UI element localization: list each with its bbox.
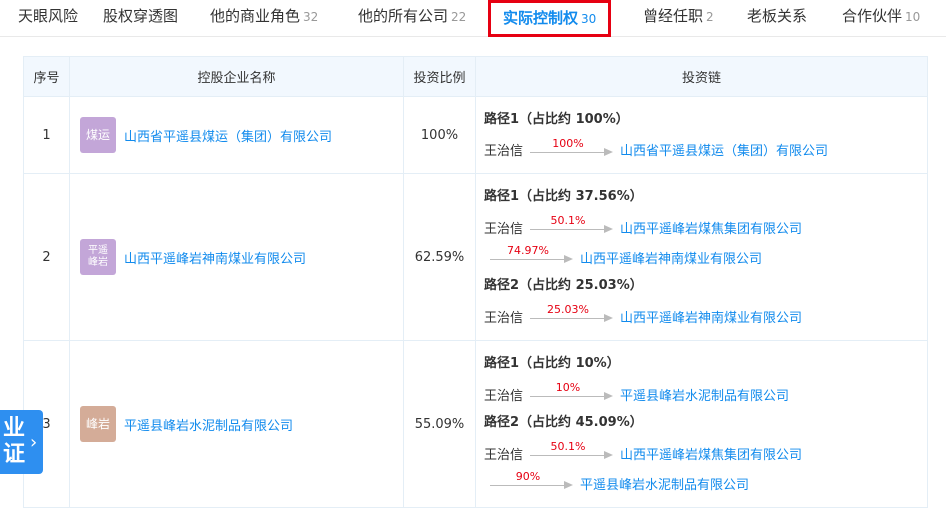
company-link[interactable]: 山西平遥峰岩神南煤业有限公司 [620,307,802,326]
chain-cell: 路径1（占比约 100%） 王治信 100% 山西省平遥县煤运（集团）有限公司 [475,96,928,174]
logo-text: 平遥峰岩 [88,245,108,268]
company-logo: 平遥峰岩 [80,239,116,275]
header-ratio: 投资比例 [403,56,476,97]
ratio-cell: 100% [403,96,476,174]
tab-label: 股权穿透图 [103,7,179,25]
tab-actual-control[interactable]: 实际控制权 30 [488,0,612,37]
tab-all-companies[interactable]: 他的所有公司 22 [358,0,466,34]
arrow-icon: 100% [530,135,618,165]
tab-count: 2 [706,10,714,24]
chain-cell: 路径1（占比约 37.56%） 王治信 50.1% 山西平遥峰岩煤焦集团有限公司… [475,173,928,341]
table-row: 1 煤运 山西省平遥县煤运（集团）有限公司 100% 路径1（占比约 100%）… [23,96,928,174]
share-percent: 74.97% [507,244,549,257]
tab-count: 30 [581,12,597,26]
tab-equity-penetration[interactable]: 股权穿透图 [103,0,178,34]
chain-cell: 路径1（占比约 10%） 王治信 10% 平遥县峰岩水泥制品有限公司 路径2（占… [475,340,928,508]
path-title: 路径2（占比约 25.03%） [484,278,643,293]
chain-link: 王治信 50.1% 山西平遥峰岩煤焦集团有限公司 [484,438,927,468]
ratio-cell: 62.59% [403,173,476,341]
table-header-row: 序号 控股企业名称 投资比例 投资链 [23,56,928,97]
company-link[interactable]: 山西平遥峰岩神南煤业有限公司 [124,248,306,267]
tab-label: 实际控制权 [503,9,579,27]
tab-business-roles[interactable]: 他的商业角色 32 [210,0,318,34]
arrow-icon: 74.97% [490,242,578,272]
company-link[interactable]: 山西平遥峰岩煤焦集团有限公司 [620,218,802,237]
chain-link: 王治信 100% 山西省平遥县煤运（集团）有限公司 [484,135,927,165]
header-index: 序号 [23,56,70,97]
tab-bar: 天眼风险 股权穿透图 他的商业角色 32 他的所有公司 22 实际控制权 30 曾经任… [0,0,946,37]
company-cell: 煤运 山西省平遥县煤运（集团）有限公司 [69,96,404,174]
company-logo: 煤运 [80,117,116,153]
path-title: 路径2（占比约 45.09%） [484,415,643,430]
person-link[interactable]: 王治信 [484,385,530,404]
share-percent: 90% [515,470,541,483]
row-index: 2 [23,173,70,341]
tab-label: 他的所有公司 [358,7,449,25]
company-link[interactable]: 山西平遥峰岩神南煤业有限公司 [580,248,762,267]
header-chain: 投资链 [475,56,928,97]
tab-partners[interactable]: 合作伙伴 10 [842,0,920,34]
row-index: 1 [23,96,70,174]
chain-link: 王治信 25.03% 山西平遥峰岩神南煤业有限公司 [484,301,927,331]
badge-text: 业证 [2,416,25,467]
company-link[interactable]: 平遥县峰岩水泥制品有限公司 [620,385,789,404]
share-percent: 50.1% [550,440,586,453]
share-percent: 100% [552,136,584,150]
tab-risk[interactable]: 天眼风险 [18,0,78,34]
control-table: 序号 控股企业名称 投资比例 投资链 1 煤运 山西省平遥县煤运（集团）有限公司… [23,56,928,508]
company-cell: 平遥峰岩 山西平遥峰岩神南煤业有限公司 [69,173,404,341]
person-link[interactable]: 王治信 [484,444,530,463]
tab-label: 他的商业角色 [210,7,301,25]
share-percent: 25.03% [547,303,589,316]
chain-link: 74.97% 山西平遥峰岩神南煤业有限公司 [484,242,927,272]
share-percent: 10% [555,381,581,394]
tab-boss-relations[interactable]: 老板关系 [747,0,807,34]
tab-label: 老板关系 [747,7,808,25]
arrow-icon: 10% [530,379,618,409]
chevron-right-icon: › [30,431,38,453]
share-percent: 50.1% [550,214,586,227]
logo-text: 峰岩 [85,417,110,431]
arrow-icon: 90% [490,468,578,498]
path-title: 路径1（占比约 37.56%） [484,189,643,204]
tab-label: 天眼风险 [18,7,79,25]
company-link[interactable]: 山西平遥峰岩煤焦集团有限公司 [620,444,802,463]
table-row: 2 平遥峰岩 山西平遥峰岩神南煤业有限公司 62.59% 路径1（占比约 37.… [23,173,928,341]
company-logo: 峰岩 [80,406,116,442]
chain-link: 王治信 50.1% 山西平遥峰岩煤焦集团有限公司 [484,212,927,242]
tab-count: 32 [303,10,319,24]
tab-former-positions[interactable]: 曾经任职 2 [643,0,714,34]
person-link[interactable]: 王治信 [484,218,530,237]
company-link[interactable]: 山西省平遥县煤运（集团）有限公司 [124,126,332,145]
company-link[interactable]: 平遥县峰岩水泥制品有限公司 [580,474,749,493]
tab-count: 10 [905,10,921,24]
tab-label: 合作伙伴 [842,7,903,25]
arrow-icon: 25.03% [530,301,618,331]
arrow-icon: 50.1% [530,438,618,468]
logo-text: 煤运 [85,128,110,142]
floating-badge[interactable]: 业证 › [0,410,43,474]
person-link[interactable]: 王治信 [484,307,530,326]
ratio-cell: 55.09% [403,340,476,508]
person-link[interactable]: 王治信 [484,140,530,159]
header-company: 控股企业名称 [69,56,404,97]
company-link[interactable]: 平遥县峰岩水泥制品有限公司 [124,415,293,434]
company-cell: 峰岩 平遥县峰岩水泥制品有限公司 [69,340,404,508]
company-link[interactable]: 山西省平遥县煤运（集团）有限公司 [620,140,828,159]
tab-count: 22 [451,10,467,24]
path-title: 路径1（占比约 100%） [484,111,629,127]
chain-link: 王治信 10% 平遥县峰岩水泥制品有限公司 [484,379,927,409]
path-title: 路径1（占比约 10%） [484,356,620,371]
arrow-icon: 50.1% [530,212,618,242]
chain-link: 90% 平遥县峰岩水泥制品有限公司 [484,468,927,498]
table-row: 3 峰岩 平遥县峰岩水泥制品有限公司 55.09% 路径1（占比约 10%） 王… [23,340,928,508]
tab-label: 曾经任职 [643,7,704,25]
